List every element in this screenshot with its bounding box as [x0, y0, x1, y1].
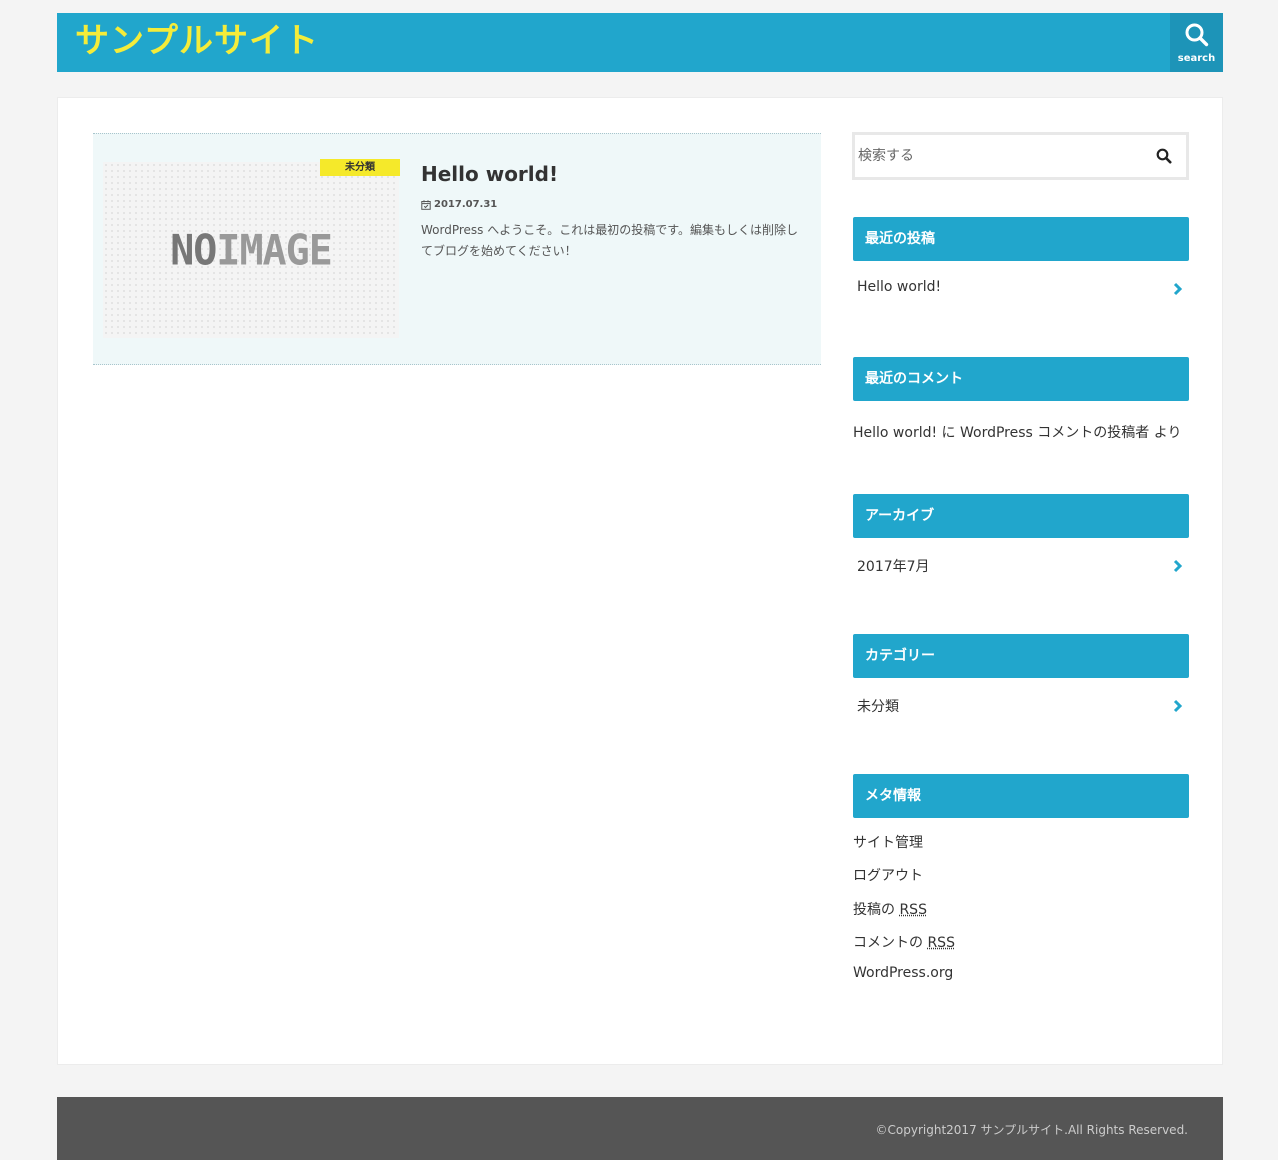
widget-title-meta: メタ情報 — [853, 774, 1189, 818]
post-card[interactable]: NOIMAGE 未分類 Hello world! 2017.07.31 Word… — [93, 133, 821, 365]
recent-comment-item[interactable]: Hello world! に WordPress コメントの投稿者 より — [853, 422, 1181, 442]
header-search-button[interactable]: search — [1170, 13, 1223, 72]
meta-logout-link[interactable]: ログアウト — [853, 865, 923, 885]
meta-comments-rss-link[interactable]: コメントの RSS — [853, 932, 955, 952]
sidebar-search — [852, 132, 1189, 180]
category-item[interactable]: 未分類 — [853, 696, 1189, 718]
site-footer: ©Copyright2017 サンプルサイト.All Rights Reserv… — [57, 1097, 1223, 1160]
widget-title-categories: カテゴリー — [853, 634, 1189, 678]
meta-posts-rss-link[interactable]: 投稿の RSS — [853, 899, 927, 919]
site-title[interactable]: サンプルサイト — [75, 21, 319, 61]
recent-post-label: Hello world! — [857, 279, 942, 295]
archive-item[interactable]: 2017年7月 — [853, 556, 1189, 578]
meta-wordpress-org-link[interactable]: WordPress.org — [853, 965, 953, 981]
meta-site-admin-link[interactable]: サイト管理 — [853, 832, 923, 852]
post-title[interactable]: Hello world! — [421, 161, 558, 187]
widget-title-recent-comments: 最近のコメント — [853, 357, 1189, 401]
chevron-right-icon — [1173, 282, 1183, 296]
main-content: NOIMAGE 未分類 Hello world! 2017.07.31 Word… — [57, 97, 1223, 1065]
post-date: 2017.07.31 — [421, 199, 497, 210]
search-submit-icon[interactable] — [1156, 148, 1172, 164]
search-icon — [1185, 23, 1209, 47]
site-header: サンプルサイト search — [57, 13, 1223, 72]
chevron-right-icon — [1173, 699, 1183, 713]
no-image-placeholder: NOIMAGE — [170, 226, 333, 276]
category-label: 未分類 — [857, 699, 899, 715]
chevron-right-icon — [1173, 559, 1183, 573]
post-excerpt: WordPress へようこそ。これは最初の投稿です。編集もしくは削除してブログ… — [421, 223, 799, 258]
widget-title-archives: アーカイブ — [853, 494, 1189, 538]
calendar-icon — [421, 199, 431, 210]
search-input[interactable] — [858, 138, 1138, 174]
recent-post-item[interactable]: Hello world! — [853, 279, 1189, 301]
post-date-text: 2017.07.31 — [434, 199, 498, 210]
category-badge[interactable]: 未分類 — [320, 159, 400, 176]
search-label: search — [1177, 53, 1216, 64]
post-thumbnail[interactable]: NOIMAGE — [103, 162, 399, 338]
archive-label: 2017年7月 — [857, 559, 930, 575]
widget-title-recent-posts: 最近の投稿 — [853, 217, 1189, 261]
copyright-text: ©Copyright2017 サンプルサイト.All Rights Reserv… — [875, 1123, 1188, 1137]
